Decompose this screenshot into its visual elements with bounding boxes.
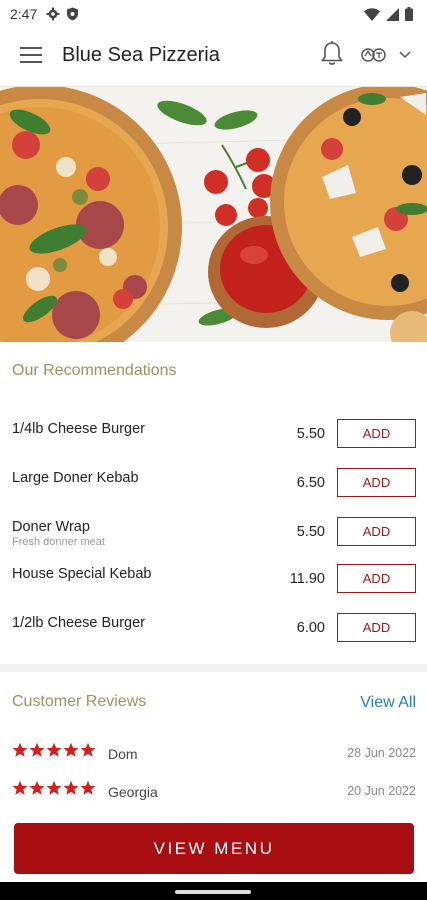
recommendations-title: Our Recommendations bbox=[12, 362, 177, 379]
battery-icon bbox=[405, 7, 413, 21]
view-menu-button[interactable]: VIEW MENU bbox=[14, 823, 414, 874]
app-title: Blue Sea Pizzeria bbox=[62, 44, 220, 66]
pizza-illustration bbox=[0, 87, 427, 342]
view-all-reviews-link[interactable]: View All bbox=[360, 694, 416, 712]
notifications-button[interactable] bbox=[320, 40, 344, 68]
star-rating bbox=[12, 742, 96, 758]
recommendations-section: Our Recommendations 1/4lb Cheese Burger … bbox=[0, 342, 427, 664]
menu-item-row: 1/2lb Cheese Burger 6.00 ADD bbox=[0, 613, 427, 653]
item-name: House Special Kebab bbox=[12, 566, 152, 582]
item-name: Doner Wrap bbox=[12, 519, 90, 535]
status-right-icons bbox=[364, 7, 413, 21]
menu-item-row: House Special Kebab 11.90 ADD bbox=[0, 564, 427, 604]
translate-icon bbox=[361, 48, 386, 62]
bottom-action-bar: VIEW MENU bbox=[0, 806, 427, 882]
star-icon bbox=[63, 780, 79, 795]
menu-item-row: 1/4lb Cheese Burger 5.50 ADD bbox=[0, 419, 427, 459]
star-icon bbox=[80, 780, 96, 795]
reviews-section: Customer Reviews View All Dom 28 Jun 202… bbox=[0, 672, 427, 806]
item-name: 1/2lb Cheese Burger bbox=[12, 615, 145, 631]
wifi-icon bbox=[364, 7, 380, 21]
star-icon bbox=[46, 780, 62, 795]
bell-icon bbox=[320, 41, 344, 65]
menu-item-row: Doner Wrap Fresh donner meat 5.50 ADD bbox=[0, 517, 427, 557]
reviewer-name: Dom bbox=[108, 746, 138, 762]
item-price: 5.50 bbox=[296, 426, 325, 442]
item-description: Fresh donner meat bbox=[12, 536, 105, 548]
review-date: 20 Jun 2022 bbox=[347, 784, 416, 798]
review-row: Dom 28 Jun 2022 bbox=[0, 742, 427, 768]
menu-button[interactable] bbox=[20, 47, 42, 65]
hamburger-icon-line bbox=[20, 61, 42, 63]
star-icon bbox=[80, 742, 96, 757]
star-icon bbox=[29, 742, 45, 757]
signal-icon bbox=[386, 7, 399, 21]
star-icon bbox=[29, 780, 45, 795]
item-price: 6.00 bbox=[296, 620, 325, 636]
shield-icon bbox=[67, 7, 78, 21]
item-price: 5.50 bbox=[296, 524, 325, 540]
language-selector[interactable] bbox=[360, 42, 412, 68]
chevron-down-icon bbox=[399, 51, 411, 59]
system-nav-bar bbox=[0, 882, 427, 900]
item-price: 6.50 bbox=[296, 475, 325, 491]
add-button[interactable]: ADD bbox=[337, 613, 416, 642]
reviews-title: Customer Reviews bbox=[12, 693, 147, 710]
app-bar: Blue Sea Pizzeria bbox=[0, 28, 427, 87]
add-button[interactable]: ADD bbox=[337, 564, 416, 593]
settings-icon bbox=[46, 7, 60, 21]
status-time: 2:47 bbox=[10, 6, 38, 22]
star-icon bbox=[12, 780, 28, 795]
add-button[interactable]: ADD bbox=[337, 419, 416, 448]
item-price: 11.90 bbox=[289, 571, 325, 587]
menu-item-row: Large Doner Kebab 6.50 ADD bbox=[0, 468, 427, 508]
item-name: Large Doner Kebab bbox=[12, 470, 139, 486]
star-icon bbox=[46, 742, 62, 757]
status-left-icons bbox=[46, 7, 79, 21]
hero-image bbox=[0, 87, 427, 342]
star-icon bbox=[63, 742, 79, 757]
hamburger-icon-line bbox=[20, 47, 42, 49]
add-button[interactable]: ADD bbox=[337, 517, 416, 546]
review-date: 28 Jun 2022 bbox=[347, 746, 416, 760]
item-name: 1/4lb Cheese Burger bbox=[12, 421, 145, 437]
home-gesture-handle[interactable] bbox=[175, 890, 251, 894]
review-row: Georgia 20 Jun 2022 bbox=[0, 780, 427, 806]
hamburger-icon-line bbox=[20, 54, 42, 56]
status-bar: 2:47 bbox=[0, 0, 427, 28]
add-button[interactable]: ADD bbox=[337, 468, 416, 497]
star-icon bbox=[12, 742, 28, 757]
star-rating bbox=[12, 780, 96, 796]
reviewer-name: Georgia bbox=[108, 784, 158, 800]
